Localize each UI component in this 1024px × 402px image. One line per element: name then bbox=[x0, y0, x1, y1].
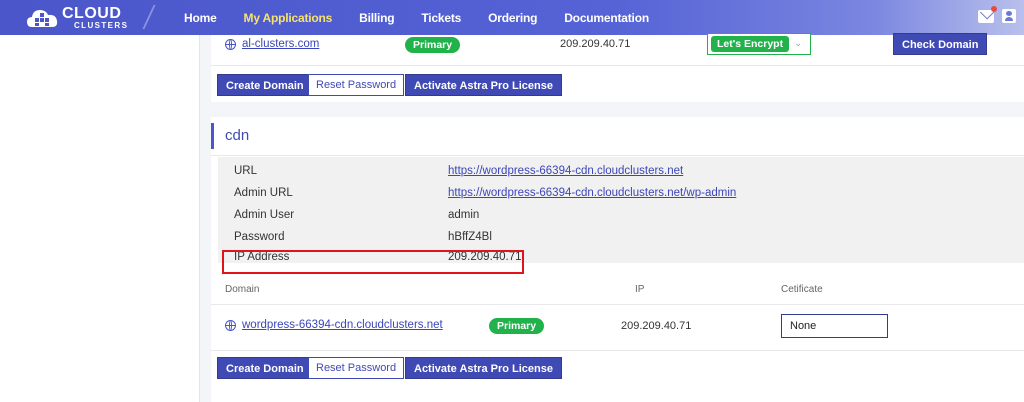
info-row-admin-url: Admin URL https://wordpress-66394-cdn.cl… bbox=[234, 187, 737, 199]
certificate-select[interactable]: Let's Encrypt ⌄ bbox=[707, 33, 811, 55]
brand-line2: CLUSTERS bbox=[74, 21, 129, 30]
next-card-edge bbox=[211, 398, 1024, 402]
domain-link[interactable]: wordpress-66394-cdn.cloudclusters.net bbox=[242, 319, 443, 331]
chevron-down-icon: ⌄ bbox=[794, 38, 802, 48]
globe-icon bbox=[225, 39, 236, 50]
cloudclusters-logo[interactable]: CLOUD CLUSTERS bbox=[26, 5, 136, 31]
reset-password-button[interactable]: Reset Password bbox=[308, 357, 405, 379]
user-icon[interactable] bbox=[1002, 9, 1016, 23]
nav-billing[interactable]: Billing bbox=[359, 11, 394, 25]
globe-icon bbox=[225, 320, 236, 331]
domain-ip: 209.209.40.71 bbox=[560, 38, 631, 50]
url-link[interactable]: https://wordpress-66394-cdn.cloudcluster… bbox=[448, 165, 683, 177]
top-nav-bar: CLOUD CLUSTERS Home My Applications Bill… bbox=[0, 0, 1024, 35]
cloud-logo-icon bbox=[26, 5, 60, 31]
column-domain: Domain bbox=[225, 284, 260, 295]
nav-documentation[interactable]: Documentation bbox=[564, 11, 649, 25]
info-row-password: Password hBffZ4Bl bbox=[234, 231, 492, 243]
nav-my-applications[interactable]: My Applications bbox=[244, 11, 333, 25]
app-info-box: URL https://wordpress-66394-cdn.cloudclu… bbox=[218, 157, 1024, 263]
domain-ip: 209.209.40.71 bbox=[621, 320, 692, 332]
nav-divider bbox=[142, 5, 156, 29]
certificate-field[interactable]: None bbox=[781, 314, 888, 338]
check-domain-button[interactable]: Check Domain bbox=[893, 33, 988, 55]
ip-address-highlight bbox=[222, 250, 524, 274]
brand-line1: CLOUD bbox=[62, 5, 122, 22]
column-ip: IP bbox=[635, 284, 645, 295]
column-certificate: Cetificate bbox=[781, 284, 823, 295]
app-title: cdn bbox=[211, 123, 249, 149]
primary-badge: Primary bbox=[405, 37, 461, 53]
info-row-admin-user: Admin User admin bbox=[234, 209, 480, 221]
main-nav: Home My Applications Billing Tickets Ord… bbox=[184, 0, 676, 35]
nav-ordering[interactable]: Ordering bbox=[488, 11, 537, 25]
activate-astra-button[interactable]: Activate Astra Pro License bbox=[405, 74, 562, 96]
sidebar bbox=[0, 35, 200, 402]
admin-url-link[interactable]: https://wordpress-66394-cdn.cloudcluster… bbox=[448, 187, 736, 199]
primary-badge: Primary bbox=[489, 318, 545, 334]
domain-row: al-clusters.com Primary 209.209.40.71 Le… bbox=[211, 33, 1024, 55]
mail-icon[interactable] bbox=[978, 5, 997, 23]
nav-home[interactable]: Home bbox=[184, 11, 217, 25]
app-card-1: al-clusters.com Primary 209.209.40.71 Le… bbox=[211, 33, 1024, 102]
create-domain-button[interactable]: Create Domain bbox=[217, 74, 313, 96]
activate-astra-button[interactable]: Activate Astra Pro License bbox=[405, 357, 562, 379]
notification-dot bbox=[991, 5, 997, 12]
info-row-url: URL https://wordpress-66394-cdn.cloudclu… bbox=[234, 165, 684, 177]
domain-link[interactable]: al-clusters.com bbox=[242, 38, 319, 50]
create-domain-button[interactable]: Create Domain bbox=[217, 357, 313, 379]
reset-password-button[interactable]: Reset Password bbox=[308, 74, 405, 96]
certificate-value: Let's Encrypt bbox=[711, 36, 790, 52]
nav-tickets[interactable]: Tickets bbox=[421, 11, 461, 25]
